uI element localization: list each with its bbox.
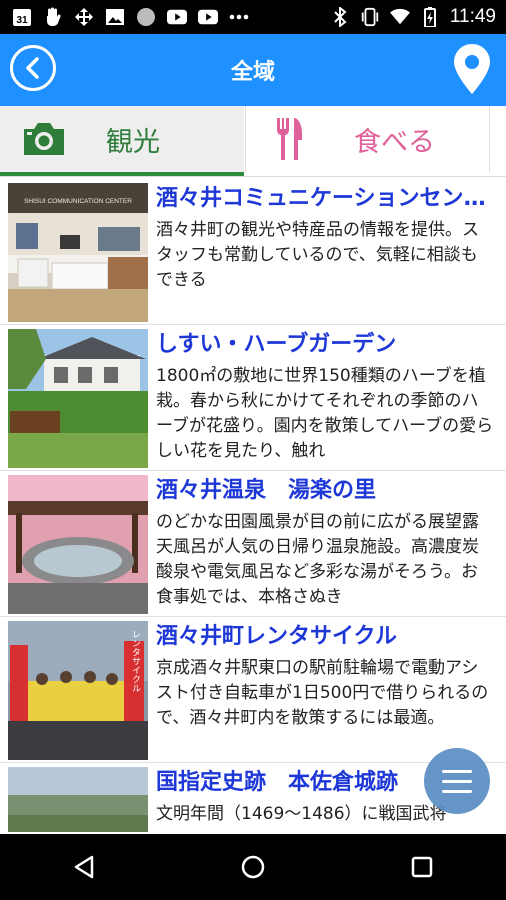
spot-photo: レンタサイクル <box>8 621 148 760</box>
page-title: 全域 <box>230 60 275 85</box>
tab-sightseeing-label: 観光 <box>106 126 160 158</box>
recents-square-icon <box>411 856 432 878</box>
spot-photo <box>8 767 148 832</box>
spot-photo: SHISUI COMMUNICATION CENTER <box>8 183 148 322</box>
spot-description: 酒々井町の観光や特産品の情報を提供。スタッフも常勤しているので、気軽に相談もでき… <box>156 220 479 290</box>
list-item[interactable]: しすい・ハーブガーデン 1800㎡の敷地に世界150種類のハーブを植栽。春から秋… <box>0 326 506 471</box>
system-nav-bar <box>0 834 506 900</box>
svg-text:レンタサイクル: レンタサイクル <box>130 630 141 693</box>
svg-text:31: 31 <box>16 15 28 26</box>
calendar-icon: 31 <box>12 7 32 27</box>
vibrate-icon <box>360 7 380 27</box>
back-triangle-icon <box>75 855 94 879</box>
status-bar: 31 11:49 <box>0 0 506 34</box>
bluetooth-icon <box>330 7 350 27</box>
list-item[interactable]: レンタサイクル 酒々井町レンタサイクル 京成酒々井駅東口の駅前駐輪場で電動アシス… <box>0 618 506 763</box>
hamburger-icon-line <box>442 779 472 783</box>
circle-icon <box>136 7 156 27</box>
more-icon <box>229 7 249 27</box>
hamburger-icon-line <box>442 769 472 773</box>
clock: 11:49 <box>449 6 496 27</box>
spot-title: しすい・ハーブガーデン <box>156 332 397 357</box>
nav-home-button[interactable] <box>233 847 273 887</box>
back-button[interactable] <box>10 45 56 91</box>
youtube-icon <box>167 7 187 27</box>
network-icon <box>74 7 94 27</box>
tab-eat-label: 食べる <box>354 126 435 158</box>
tab-eat[interactable]: 食べる <box>245 106 490 172</box>
spot-title: 酒々井町レンタサイクル <box>156 624 397 649</box>
spot-title: 酒々井温泉 湯楽の里 <box>156 478 377 503</box>
fork-knife-icon <box>277 118 302 160</box>
wifi-icon <box>389 7 410 27</box>
battery-icon <box>420 7 440 27</box>
category-tabs: 観光 食べる <box>0 106 506 177</box>
spot-photo <box>8 475 148 614</box>
nav-recents-button[interactable] <box>402 847 442 887</box>
spot-description: 1800㎡の敷地に世界150種類のハーブを植栽。春から秋にかけてそれぞれの季節の… <box>156 366 494 461</box>
home-circle-icon <box>241 855 265 879</box>
youtube-icon <box>198 7 218 27</box>
spot-description: のどかな田園風景が目の前に広がる展望露天風呂が人気の日帰り温泉施設。高濃度炭酸泉… <box>156 512 479 607</box>
hamburger-icon-line <box>442 789 472 793</box>
spot-description: 京成酒々井駅東口の駅前駐輪場で電動アシスト付き自転車が1日500円で借りられるの… <box>156 658 489 728</box>
svg-text:SHISUI COMMUNICATION CENTER: SHISUI COMMUNICATION CENTER <box>24 198 132 205</box>
tab-sightseeing[interactable]: 観光 <box>0 106 244 176</box>
spot-title: 酒々井コミュニケーションセンター <box>156 186 496 211</box>
nav-back-button[interactable] <box>64 847 104 887</box>
spot-list: SHISUI COMMUNICATION CENTER 酒々井コミュニケーション… <box>0 180 506 832</box>
map-button[interactable] <box>452 42 492 98</box>
menu-fab-button[interactable] <box>424 748 490 814</box>
list-item[interactable]: 酒々井温泉 湯楽の里 のどかな田園風景が目の前に広がる展望露天風呂が人気の日帰り… <box>0 472 506 617</box>
app-bar: 全域 <box>0 34 506 106</box>
map-pin-icon <box>454 44 490 94</box>
camera-icon <box>24 123 64 155</box>
hand-icon <box>43 7 63 27</box>
chevron-left-icon <box>26 57 39 79</box>
spot-photo <box>8 329 148 468</box>
image-icon <box>105 7 125 27</box>
list-item[interactable]: SHISUI COMMUNICATION CENTER 酒々井コミュニケーション… <box>0 180 506 325</box>
